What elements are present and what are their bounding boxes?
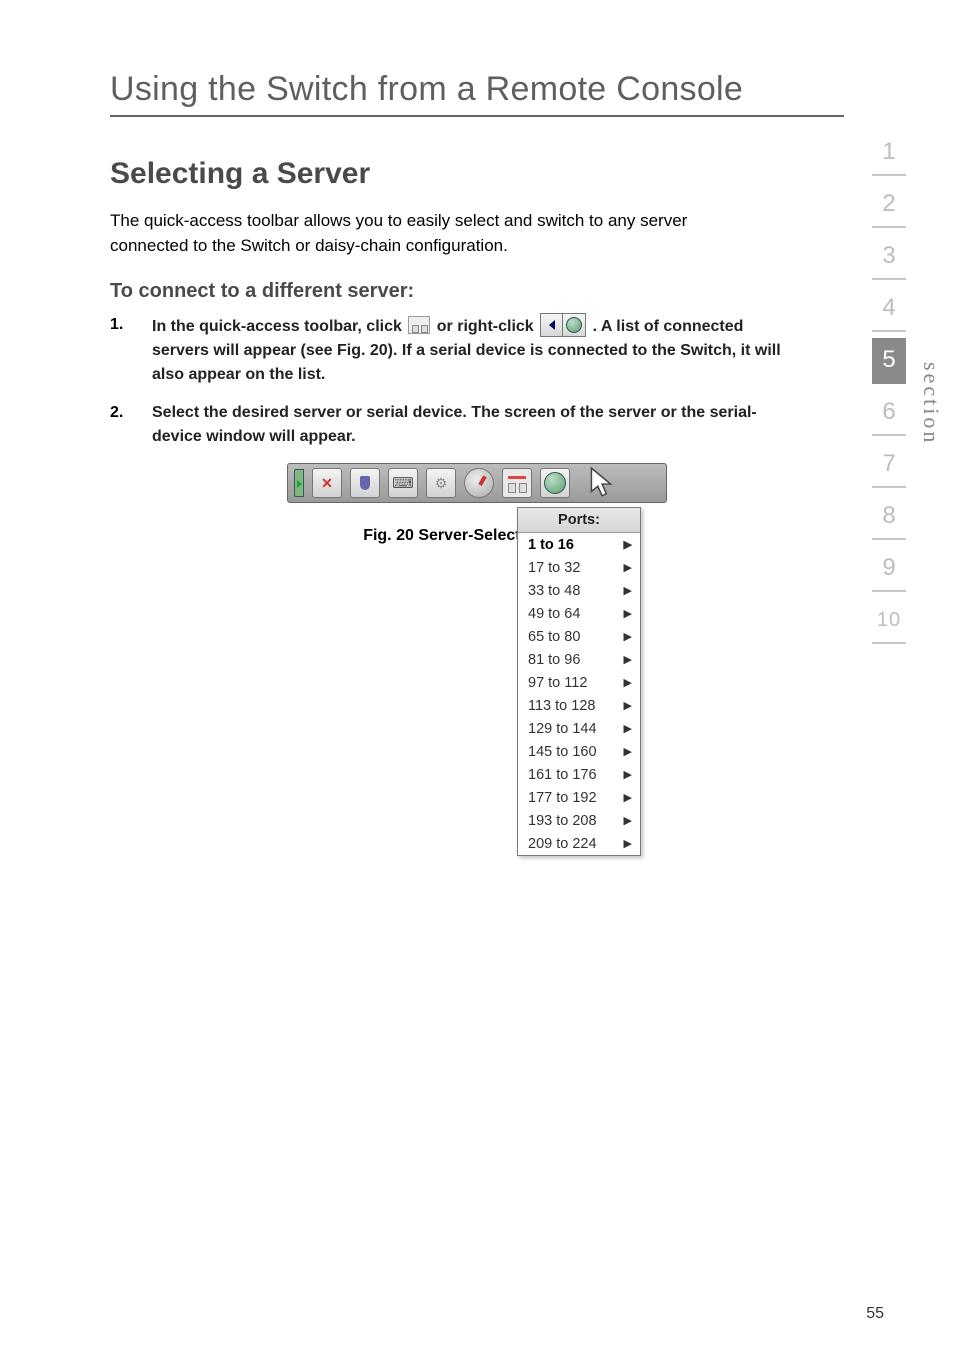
submenu-arrow-icon: ▶ — [624, 584, 632, 597]
ports-menu-item-label: 129 to 144 — [528, 721, 597, 737]
ports-menu-item-label: 49 to 64 — [528, 606, 580, 622]
submenu-arrow-icon: ▶ — [624, 722, 632, 735]
ports-menu-item[interactable]: 145 to 160 ▶ — [518, 740, 640, 763]
globe-icon — [540, 468, 570, 498]
section-tabs: section 12345678910 — [864, 130, 914, 644]
arrow-left-icon — [541, 314, 563, 336]
section-tab-2[interactable]: 2 — [872, 182, 906, 228]
submenu-arrow-icon: ▶ — [624, 653, 632, 666]
step-1-text-b: or right-click — [437, 318, 538, 335]
section-title: Selecting a Server — [110, 157, 844, 191]
ports-menu-item-label: 17 to 32 — [528, 560, 580, 576]
ports-menu-item-label: 81 to 96 — [528, 652, 580, 668]
ports-menu-item[interactable]: 49 to 64 ▶ — [518, 602, 640, 625]
ports-menu-item[interactable]: 161 to 176 ▶ — [518, 763, 640, 786]
submenu-arrow-icon: ▶ — [624, 538, 632, 551]
ports-menu-item[interactable]: 193 to 208 ▶ — [518, 809, 640, 832]
ports-menu-item[interactable]: 129 to 144 ▶ — [518, 717, 640, 740]
ports-menu-item-label: 209 to 224 — [528, 836, 597, 852]
submenu-arrow-icon: ▶ — [624, 745, 632, 758]
submenu-arrow-icon: ▶ — [624, 768, 632, 781]
submenu-arrow-icon: ▶ — [624, 630, 632, 643]
ports-menu-item-label: 65 to 80 — [528, 629, 580, 645]
section-tab-4[interactable]: 4 — [872, 286, 906, 332]
ports-menu-item[interactable]: 97 to 112 ▶ — [518, 671, 640, 694]
step-1-text-a: In the quick-access toolbar, click — [152, 318, 406, 335]
chapter-title: Using the Switch from a Remote Console — [110, 70, 844, 109]
submenu-arrow-icon: ▶ — [624, 561, 632, 574]
toolbar-pull-tab-icon — [294, 469, 304, 497]
section-tab-3[interactable]: 3 — [872, 234, 906, 280]
performance-gauge-icon — [464, 468, 494, 498]
ports-menu-item-label: 193 to 208 — [528, 813, 597, 829]
keyboard-icon — [388, 468, 418, 498]
submenu-arrow-icon: ▶ — [624, 791, 632, 804]
step-1: 1. In the quick-access toolbar, click or… — [110, 313, 790, 387]
globe-icon — [563, 314, 585, 336]
color-icon — [350, 468, 380, 498]
ports-menu-item-label: 145 to 160 — [528, 744, 597, 760]
ports-menu-item[interactable]: 17 to 32 ▶ — [518, 556, 640, 579]
servers-icon — [502, 468, 532, 498]
step-2-number: 2. — [110, 401, 134, 449]
submenu-arrow-icon: ▶ — [624, 814, 632, 827]
step-2-body: Select the desired server or serial devi… — [152, 401, 790, 449]
ports-menu-item-label: 177 to 192 — [528, 790, 597, 806]
step-1-body: In the quick-access toolbar, click or ri… — [152, 313, 790, 387]
servers-icon — [408, 316, 430, 334]
ports-menu-item-label: 33 to 48 — [528, 583, 580, 599]
title-rule — [110, 115, 844, 117]
step-1-number: 1. — [110, 313, 134, 387]
section-tab-8[interactable]: 8 — [872, 494, 906, 540]
ports-menu-item-label: 113 to 128 — [528, 698, 595, 714]
ports-menu: Ports: 1 to 16▶17 to 32▶33 to 48▶49 to 6… — [517, 507, 641, 856]
quick-access-toolbar — [287, 463, 667, 503]
section-label: section — [918, 362, 944, 445]
figure-20: Ports: 1 to 16▶17 to 32▶33 to 48▶49 to 6… — [110, 463, 844, 545]
section-tab-10[interactable]: 10 — [872, 598, 906, 644]
page-number: 55 — [866, 1305, 884, 1323]
ports-menu-item-label: 97 to 112 — [528, 675, 587, 691]
submenu-arrow-icon: ▶ — [624, 607, 632, 620]
intro-paragraph: The quick-access toolbar allows you to e… — [110, 209, 750, 258]
ports-menu-item-label: 161 to 176 — [528, 767, 597, 783]
ports-menu-item[interactable]: 81 to 96 ▶ — [518, 648, 640, 671]
cursor-icon — [588, 466, 614, 500]
keys-icon — [426, 468, 456, 498]
section-tab-1[interactable]: 1 — [872, 130, 906, 176]
procedure-title: To connect to a different server: — [110, 280, 844, 303]
ports-menu-item[interactable]: 113 to 128 ▶ — [518, 694, 640, 717]
step-2: 2. Select the desired server or serial d… — [110, 401, 790, 449]
close-icon — [312, 468, 342, 498]
ports-menu-item[interactable]: 177 to 192 ▶ — [518, 786, 640, 809]
ports-menu-item[interactable]: 33 to 48 ▶ — [518, 579, 640, 602]
section-tab-7[interactable]: 7 — [872, 442, 906, 488]
submenu-arrow-icon: ▶ — [624, 699, 632, 712]
section-tab-6[interactable]: 6 — [872, 390, 906, 436]
submenu-arrow-icon: ▶ — [624, 837, 632, 850]
submenu-arrow-icon: ▶ — [624, 676, 632, 689]
screenshot: Ports: 1 to 16▶17 to 32▶33 to 48▶49 to 6… — [287, 463, 667, 503]
section-tab-5[interactable]: 5 — [872, 338, 906, 384]
ports-menu-header: Ports: — [518, 508, 640, 533]
ports-menu-item[interactable]: 1 to 16 ▶ — [518, 533, 640, 556]
ports-menu-item[interactable]: 209 to 224 ▶ — [518, 832, 640, 855]
ports-menu-item-label: 1 to 16 — [528, 537, 574, 553]
ports-menu-item[interactable]: 65 to 80 ▶ — [518, 625, 640, 648]
right-click-icon-pair — [540, 313, 586, 337]
section-tab-9[interactable]: 9 — [872, 546, 906, 592]
